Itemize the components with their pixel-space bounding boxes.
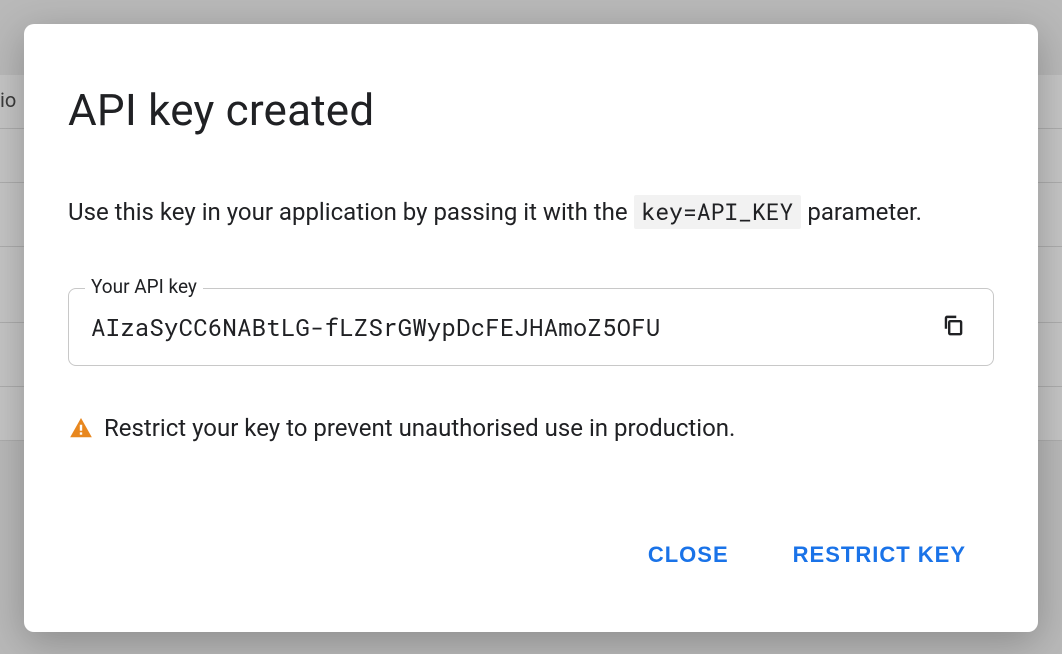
api-key-value[interactable]: AIzaSyCC6NABtLG-fLZSrGWypDcFEJHAmoZ5OFU xyxy=(91,311,935,343)
dialog-title: API key created xyxy=(68,84,994,136)
intro-code-snippet: key=API_KEY xyxy=(634,195,802,229)
api-key-created-dialog: API key created Use this key in your app… xyxy=(24,24,1038,632)
restrict-key-button[interactable]: RESTRICT KEY xyxy=(789,534,970,576)
warning-icon xyxy=(68,415,94,441)
restrict-key-warning: Restrict your key to prevent unauthorise… xyxy=(68,414,994,442)
intro-prefix: Use this key in your application by pass… xyxy=(68,198,634,226)
copy-api-key-button[interactable] xyxy=(935,309,971,345)
api-key-field-label: Your API key xyxy=(85,275,203,298)
dialog-intro-text: Use this key in your application by pass… xyxy=(68,196,994,230)
intro-suffix: parameter. xyxy=(807,198,922,226)
api-key-field: Your API key AIzaSyCC6NABtLG-fLZSrGWypDc… xyxy=(68,288,994,366)
dialog-actions: CLOSE RESTRICT KEY xyxy=(68,534,994,632)
warning-text: Restrict your key to prevent unauthorise… xyxy=(104,414,735,442)
close-button[interactable]: CLOSE xyxy=(644,534,733,576)
copy-icon xyxy=(940,312,966,341)
